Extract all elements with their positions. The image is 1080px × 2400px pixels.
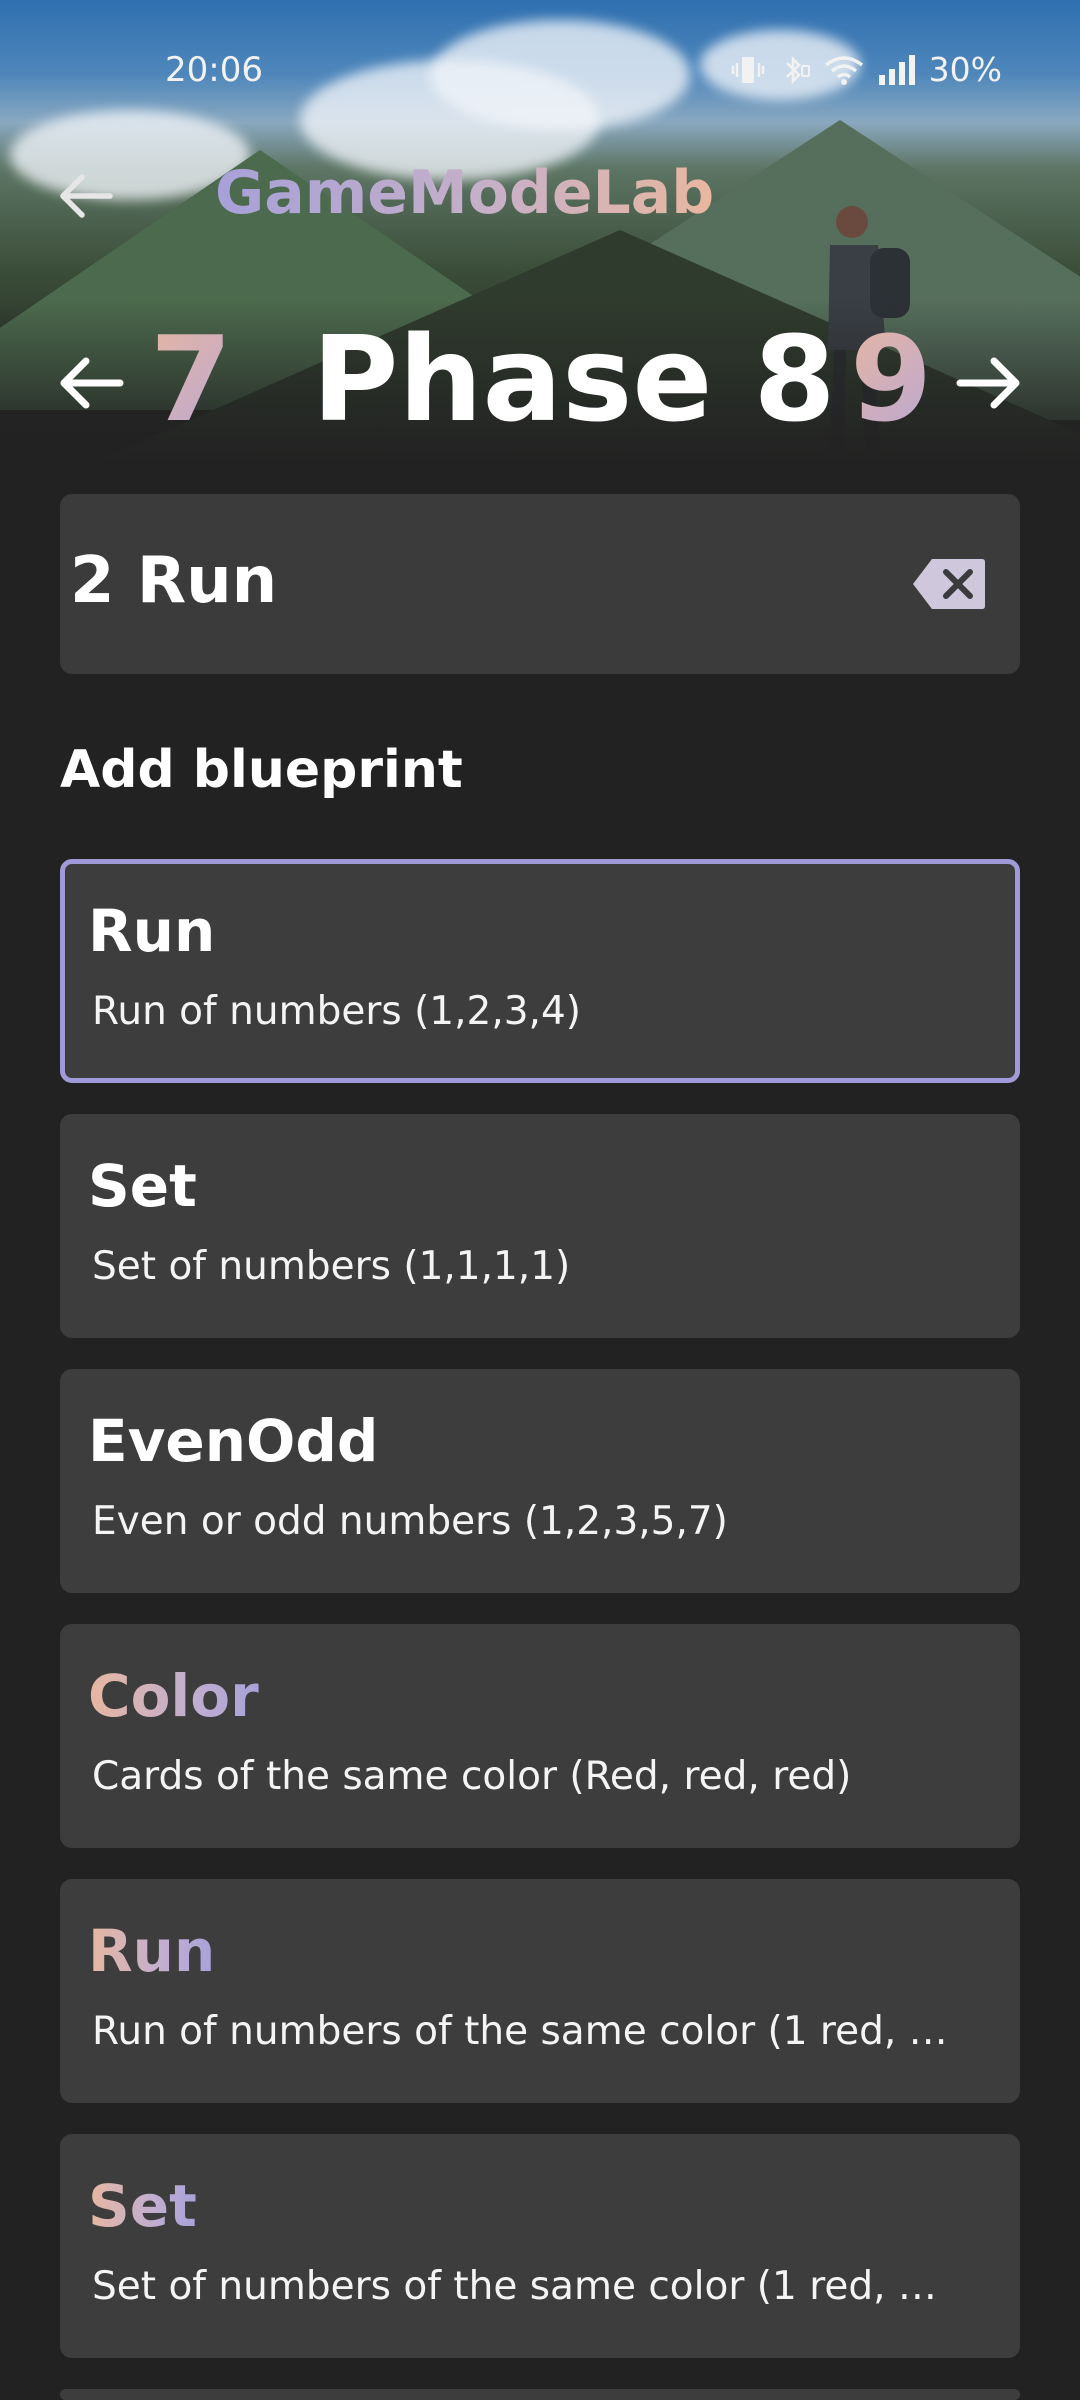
arrow-right-icon	[956, 357, 1020, 409]
arrow-left-icon	[60, 357, 124, 409]
previous-phase-number[interactable]: 7	[150, 310, 232, 448]
arrow-left-icon	[60, 174, 113, 218]
blueprint-description: Even or odd numbers (1,2,3,5,7)	[92, 1499, 728, 1544]
blueprint-description: Set of numbers of the same color (1 red,…	[92, 2264, 937, 2309]
battery-percentage: 30%	[928, 50, 1002, 89]
blueprint-name: Set	[88, 2172, 197, 2240]
blueprint-card-run[interactable]: Run Run of numbers (1,2,3,4)	[60, 859, 1020, 1083]
blueprint-card-color-set[interactable]: Set Set of numbers of the same color (1 …	[60, 2134, 1020, 2358]
blueprint-card-set[interactable]: Set Set of numbers (1,1,1,1)	[60, 1114, 1020, 1338]
blueprint-description: Run of numbers of the same color (1 red,…	[92, 2009, 948, 2054]
vibrate-icon	[731, 56, 764, 83]
blueprint-card-color-run[interactable]: Run Run of numbers of the same color (1 …	[60, 1879, 1020, 2103]
blueprint-name: Run	[88, 1917, 216, 1985]
phase-composition-field[interactable]: 2 Run	[60, 494, 1020, 674]
phase-selector: 7 Phase 8 9	[0, 310, 1080, 450]
blueprint-card-color[interactable]: Color Cards of the same color (Red, red,…	[60, 1624, 1020, 1848]
bluetooth-icon	[785, 55, 810, 84]
blueprint-description: Set of numbers (1,1,1,1)	[92, 1244, 571, 1289]
blueprint-card-partial[interactable]	[60, 2389, 1020, 2400]
next-phase-number[interactable]: 9	[850, 310, 932, 448]
blueprint-card-evenodd[interactable]: EvenOdd Even or odd numbers (1,2,3,5,7)	[60, 1369, 1020, 1593]
blueprint-name: Run	[88, 897, 216, 965]
signal-icon	[878, 54, 915, 85]
blueprint-name: EvenOdd	[88, 1407, 379, 1475]
backspace-button[interactable]	[912, 557, 986, 611]
add-blueprint-heading: Add blueprint	[60, 740, 463, 800]
wifi-icon	[824, 55, 863, 85]
app-title: GameModeLab	[215, 158, 715, 228]
next-phase-button[interactable]	[956, 355, 1022, 411]
phase-composition-value: 2 Run	[70, 544, 278, 618]
status-time: 20:06	[165, 50, 263, 90]
blueprint-description: Cards of the same color (Red, red, red)	[92, 1754, 852, 1799]
phase-title: Phase 8	[312, 310, 836, 448]
blueprint-name: Set	[88, 1152, 197, 1220]
back-button[interactable]	[58, 172, 114, 220]
previous-phase-button[interactable]	[58, 355, 124, 411]
blueprint-description: Run of numbers (1,2,3,4)	[92, 989, 581, 1034]
blueprint-name: Color	[88, 1662, 259, 1730]
backspace-icon	[913, 559, 985, 609]
status-bar: 20:06 30%	[0, 50, 1080, 96]
app-screen: 20:06 30% GameModeLab 7 Phase 8 9 2 Run …	[0, 0, 1080, 2400]
